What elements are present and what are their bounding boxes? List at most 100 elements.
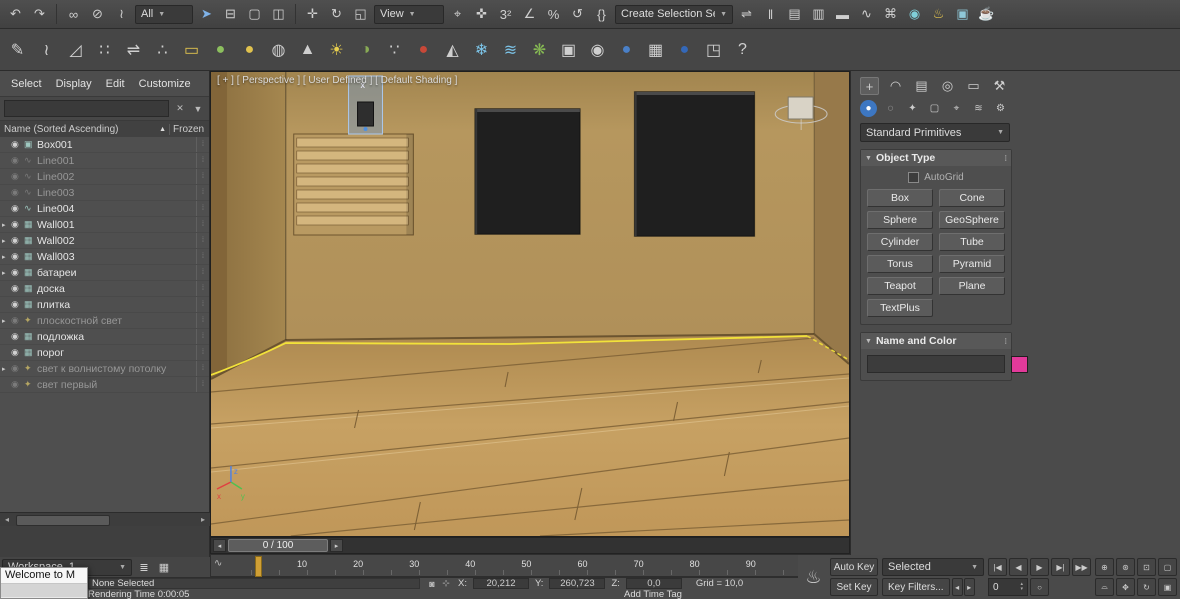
motion-tab-icon[interactable]: ◎ [938, 77, 957, 95]
schematic-view-icon[interactable]: ⌘ [879, 3, 902, 25]
object-type-button[interactable]: Box [867, 189, 933, 207]
red-point-icon[interactable]: ● [410, 36, 437, 63]
object-name-input[interactable] [867, 355, 1005, 373]
zoom-region-icon[interactable]: ▢ [1158, 558, 1177, 576]
object-type-button[interactable]: Sphere [867, 211, 933, 229]
selection-lock-toggle-icon[interactable]: ◙ [426, 578, 438, 589]
visibility-eye-icon[interactable]: ◉ [11, 331, 24, 342]
window-crossing-icon[interactable]: ◫ [267, 3, 290, 25]
expand-arrow-icon[interactable]: ▸ [2, 269, 11, 277]
scene-object-row[interactable]: ◉ ✦ свет первый ⁞ [0, 377, 209, 393]
object-type-button[interactable]: Tube [939, 233, 1005, 251]
scene-object-row[interactable]: ◉ ∿ Line002 ⁞ [0, 169, 209, 185]
frozen-cell[interactable]: ⁞ [196, 249, 209, 264]
object-type-button[interactable]: TextPlus [867, 299, 933, 317]
expand-arrow-icon[interactable]: ▸ [2, 317, 11, 325]
y-coordinate-field[interactable]: 260,723 [549, 578, 605, 589]
perspective-viewport[interactable]: x x y z [ + ] [ Perspective ] [ User Def… [210, 71, 850, 537]
toggle-ribbon-icon[interactable]: ▬ [831, 3, 854, 25]
frozen-cell[interactable]: ⁞ [196, 265, 209, 280]
toggle-layer-explorer-icon[interactable]: ▥ [807, 3, 830, 25]
time-slider[interactable]: ◂ 0 / 100 ▸ [210, 537, 850, 554]
teapot-plus-icon[interactable]: ♨ [801, 559, 826, 595]
scene-object-row[interactable]: ▸ ◉ ▦ Wall002 ⁞ [0, 233, 209, 249]
scroll-left-arrow[interactable]: ◂ [0, 515, 14, 524]
render-production-icon[interactable]: ☕ [975, 3, 998, 25]
frozen-cell[interactable]: ⁞ [196, 217, 209, 232]
geometry-category-icon[interactable]: ● [860, 100, 877, 117]
object-type-button[interactable]: GeoSphere [939, 211, 1005, 229]
visibility-eye-icon[interactable]: ◉ [11, 171, 24, 182]
visibility-eye-icon[interactable]: ◉ [11, 155, 24, 166]
select-and-rotate-icon[interactable]: ↻ [325, 3, 348, 25]
current-frame-field[interactable]: 0 ▴▾ [988, 578, 1028, 596]
curve-editor-icon[interactable]: ∿ [855, 3, 878, 25]
x-coordinate-field[interactable]: 20,212 [473, 578, 529, 589]
expand-arrow-icon[interactable]: ▸ [2, 221, 11, 229]
spinner-snap-icon[interactable]: ↺ [566, 3, 589, 25]
scene-object-row[interactable]: ◉ ▦ доска ⁞ [0, 281, 209, 297]
menu-item[interactable]: Customize [132, 76, 198, 92]
scrollbar-track[interactable] [14, 513, 196, 526]
scene-object-row[interactable]: ▸ ◉ ✦ свет к волнистому потолку ⁞ [0, 361, 209, 377]
visibility-eye-icon[interactable]: ◉ [11, 235, 24, 246]
unlink-selection-icon[interactable]: ⊘ [86, 3, 109, 25]
radiator[interactable] [294, 134, 414, 235]
menu-item[interactable]: Select [4, 76, 49, 92]
welcome-window-title[interactable]: Welcome to M [1, 568, 87, 584]
frozen-cell[interactable]: ⁞ [196, 233, 209, 248]
frame-spinner[interactable]: ▴▾ [1020, 582, 1023, 592]
go-to-end-icon[interactable]: ▶▶ [1072, 558, 1091, 576]
edit-named-selection-sets-icon[interactable]: {} [590, 3, 613, 25]
expand-arrow-icon[interactable]: ▸ [2, 253, 11, 261]
object-type-button[interactable]: Cone [939, 189, 1005, 207]
cameras-category-icon[interactable]: ▢ [926, 100, 943, 117]
frozen-cell[interactable]: ⁞ [196, 361, 209, 376]
corner-box-icon[interactable]: ◳ [700, 36, 727, 63]
visibility-eye-icon[interactable]: ◉ [11, 203, 24, 214]
visibility-eye-icon[interactable]: ◉ [11, 363, 24, 374]
snaps-toggle-icon[interactable]: 3² [494, 3, 517, 25]
space-warps-category-icon[interactable]: ≋ [970, 100, 987, 117]
pan-view-icon[interactable]: ✥ [1116, 578, 1135, 596]
z-coordinate-field[interactable]: 0,0 [626, 578, 682, 589]
field-of-view-icon[interactable]: ⌓ [1095, 578, 1114, 596]
menu-item[interactable]: Edit [99, 76, 132, 92]
pencil-tool-icon[interactable]: ✎ [4, 36, 31, 63]
material-editor-icon[interactable]: ◉ [903, 3, 926, 25]
frozen-column-header[interactable]: Frozen [169, 124, 205, 135]
visibility-eye-icon[interactable]: ◉ [11, 379, 24, 390]
expand-arrow-icon[interactable]: ▸ [2, 365, 11, 373]
toggle-scene-explorer-icon[interactable]: ▤ [783, 3, 806, 25]
play-animation-icon[interactable]: ▶ [1030, 558, 1049, 576]
use-pivot-point-center-icon[interactable]: ⌖ [446, 3, 469, 25]
expand-arrow-icon[interactable]: ▸ [2, 237, 11, 245]
eye-tool-icon[interactable]: ◉ [584, 36, 611, 63]
scene-object-row[interactable]: ◉ ∿ Line004 ⁞ [0, 201, 209, 217]
visibility-eye-icon[interactable]: ◉ [11, 299, 24, 310]
window-1[interactable] [474, 108, 581, 235]
camera-object-icon[interactable]: ▣ [555, 36, 582, 63]
explorer-horizontal-scrollbar[interactable]: ◂ ▸ [0, 512, 210, 526]
visibility-eye-icon[interactable]: ◉ [11, 139, 24, 150]
scene-object-row[interactable]: ▸ ◉ ✦ плоскостной свет ⁞ [0, 313, 209, 329]
object-type-button[interactable]: Teapot [867, 277, 933, 295]
track-bar[interactable]: ∿ 102030405060708090100 [210, 554, 850, 577]
corner-tool-icon[interactable]: ◿ [62, 36, 89, 63]
visibility-eye-icon[interactable]: ◉ [11, 347, 24, 358]
waves-icon[interactable]: ≋ [497, 36, 524, 63]
key-back-icon[interactable]: ◂ [952, 578, 963, 596]
foliage-icon[interactable]: ❋ [526, 36, 553, 63]
visibility-eye-icon[interactable]: ◉ [11, 315, 24, 326]
utilities-tab-icon[interactable]: ⚒ [990, 77, 1009, 95]
object-type-button[interactable]: Cylinder [867, 233, 933, 251]
snowflake-icon[interactable]: ❄ [468, 36, 495, 63]
basket-object-icon[interactable]: ◍ [265, 36, 292, 63]
zoom-extents-icon[interactable]: ⊡ [1137, 558, 1156, 576]
help-icon[interactable]: ? [729, 36, 756, 63]
container-icon[interactable]: ▦ [642, 36, 669, 63]
box-primitive-icon[interactable]: ▭ [178, 36, 205, 63]
display-tab-icon[interactable]: ▭ [964, 77, 983, 95]
percent-snap-icon[interactable]: % [542, 3, 565, 25]
select-and-manipulate-icon[interactable]: ✜ [470, 3, 493, 25]
